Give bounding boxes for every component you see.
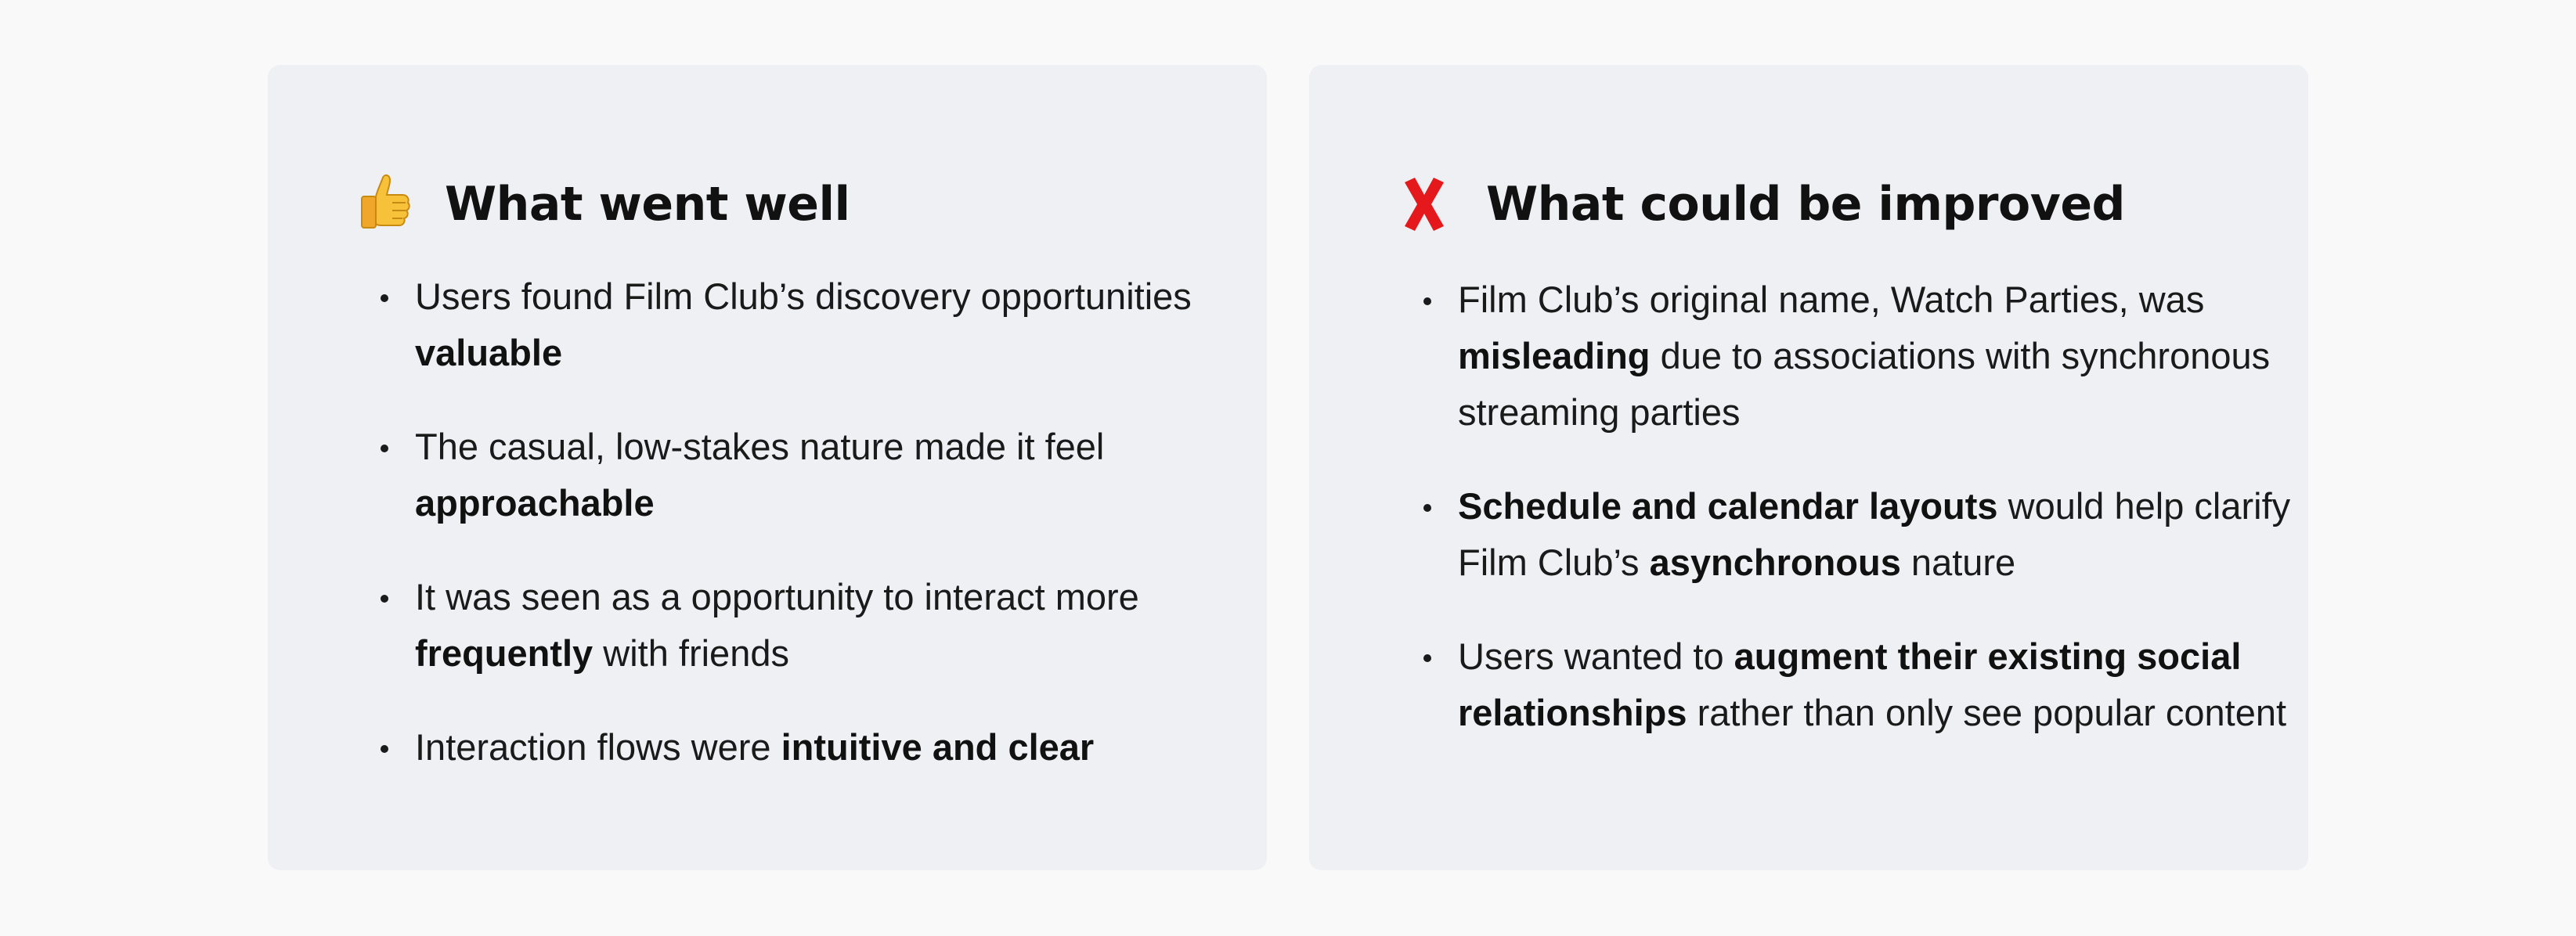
could-be-improved-header: What could be improved [1397, 169, 2126, 239]
could-be-improved-title: What could be improved [1486, 177, 2126, 232]
list-item: It was seen as a opportunity to interact… [381, 569, 1261, 682]
list-item: The casual, low-stakes nature made it fe… [381, 419, 1261, 531]
thumbs-up-icon [357, 173, 412, 236]
list-item: Interaction flows were intuitive and cle… [381, 719, 1261, 776]
could-be-improved-card: What could be improved Film Club’s origi… [1309, 65, 2308, 870]
list-item: Users found Film Club’s discovery opport… [381, 268, 1261, 381]
went-well-card: What went well Users found Film Club’s d… [268, 65, 1267, 870]
cross-mark-icon [1397, 173, 1452, 236]
list-item: Users wanted to augment their existing s… [1423, 628, 2319, 741]
list-item: Schedule and calendar layouts would help… [1423, 478, 2319, 591]
went-well-header: What went well [357, 169, 850, 239]
list-item: Film Club’s original name, Watch Parties… [1423, 272, 2319, 441]
went-well-title: What went well [445, 177, 850, 232]
could-be-improved-list: Film Club’s original name, Watch Parties… [1420, 272, 2319, 779]
went-well-list: Users found Film Club’s discovery opport… [377, 268, 1261, 813]
